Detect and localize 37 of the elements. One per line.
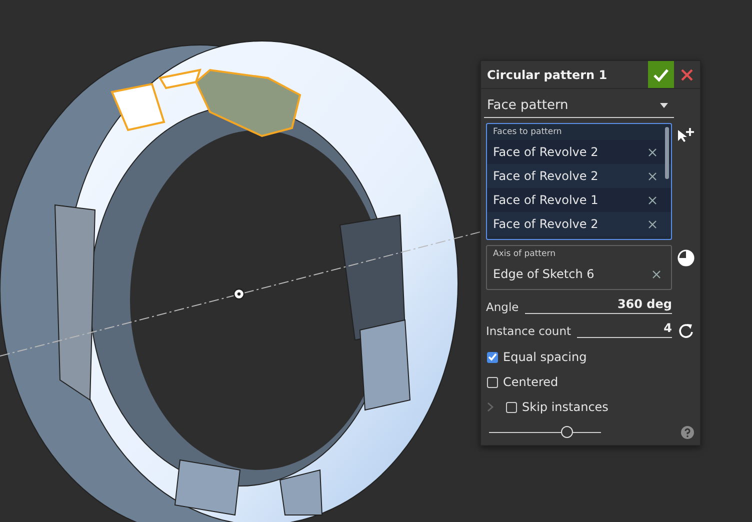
pie-chart-icon[interactable] — [676, 249, 696, 267]
remove-icon[interactable] — [652, 270, 661, 278]
remove-icon[interactable] — [648, 172, 657, 180]
selection-item[interactable]: Face of Revolve 2 — [487, 212, 671, 236]
caret-icon — [660, 103, 668, 108]
field-label: Angle — [486, 300, 519, 314]
close-icon — [681, 68, 693, 80]
instance-count-input[interactable]: 4 — [577, 319, 672, 338]
field-label: Faces to pattern — [492, 127, 563, 139]
checkbox-label: Skip instances — [522, 400, 608, 414]
scrollbar-thumb[interactable] — [665, 127, 669, 179]
angle-input[interactable]: 360 deg — [524, 295, 672, 314]
remove-icon[interactable] — [648, 220, 657, 228]
dialog-title: Circular pattern 1 — [487, 68, 608, 82]
pattern-type-dropdown[interactable]: Face pattern — [484, 94, 674, 118]
checkbox-label: Centered — [503, 375, 558, 389]
checkbox[interactable] — [487, 352, 498, 362]
field-label: Instance count — [486, 324, 572, 338]
remove-icon[interactable] — [648, 196, 657, 204]
axis-selection-field[interactable]: Axis of pattern Edge of Sketch 6 — [486, 245, 672, 290]
slider-thumb[interactable] — [561, 426, 574, 438]
cursor-plus-icon[interactable] — [676, 127, 696, 143]
selection-item[interactable]: Face of Revolve 1 — [487, 188, 671, 212]
rotate-icon[interactable] — [676, 323, 696, 339]
checkbox[interactable] — [487, 376, 498, 388]
remove-icon[interactable] — [648, 148, 657, 156]
checkmark-icon — [653, 68, 669, 82]
checkbox[interactable] — [506, 402, 517, 412]
axis-point-icon — [233, 288, 245, 300]
faces-selection-list[interactable]: Faces to pattern Face of Revolve 2 Face of Revolve 2 Face of Revolve 1 Face of Revolve 2 — [486, 123, 672, 240]
selection-item[interactable]: Edge of Sketch 6 — [487, 262, 671, 286]
field-label: Axis of pattern — [492, 249, 556, 261]
help-icon[interactable] — [681, 426, 694, 439]
selection-item[interactable]: Face of Revolve 2 — [487, 140, 671, 164]
accept-button[interactable] — [648, 61, 674, 88]
selection-item[interactable]: Face of Revolve 2 — [487, 164, 671, 188]
checkbox-label: Equal spacing — [503, 350, 587, 364]
